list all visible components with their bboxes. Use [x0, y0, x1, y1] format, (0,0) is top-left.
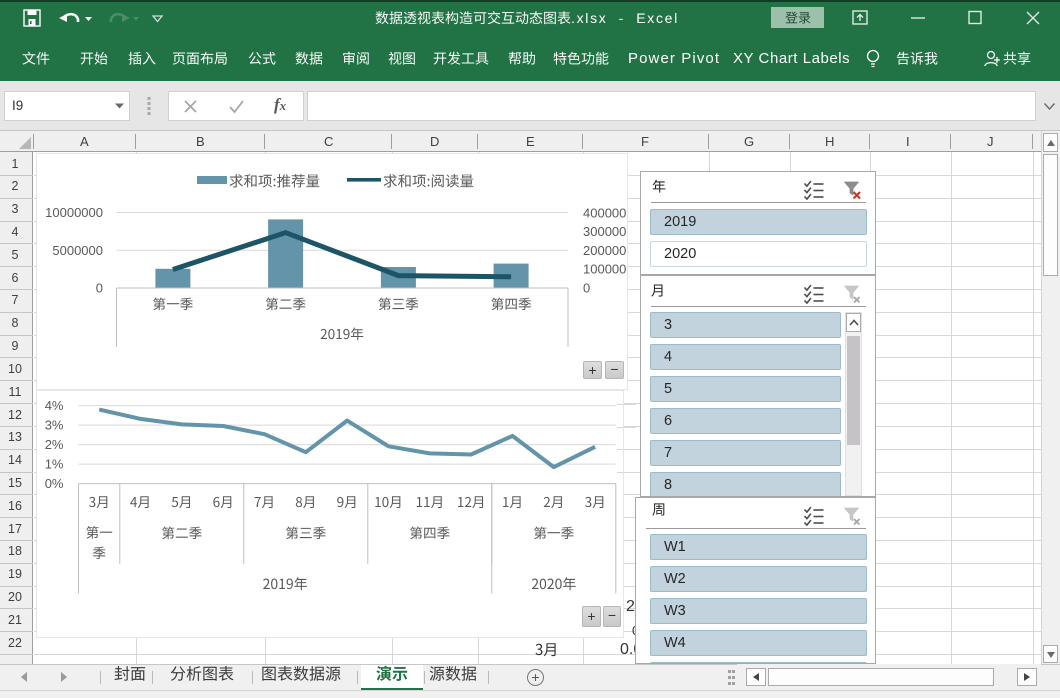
svg-text:0: 0 — [96, 281, 103, 296]
svg-text:100000: 100000 — [583, 262, 626, 277]
svg-text:300000: 300000 — [583, 224, 626, 239]
svg-text:3%: 3% — [45, 418, 64, 433]
svg-text:400000: 400000 — [583, 205, 626, 220]
svg-text:1%: 1% — [45, 457, 64, 472]
svg-text:0: 0 — [583, 281, 590, 296]
svg-text:4%: 4% — [45, 398, 64, 413]
svg-text:5000000: 5000000 — [52, 243, 103, 258]
svg-text:0%: 0% — [45, 476, 64, 491]
svg-text:200000: 200000 — [583, 243, 626, 258]
svg-text:10000000: 10000000 — [45, 205, 103, 220]
svg-text:2%: 2% — [45, 437, 64, 452]
